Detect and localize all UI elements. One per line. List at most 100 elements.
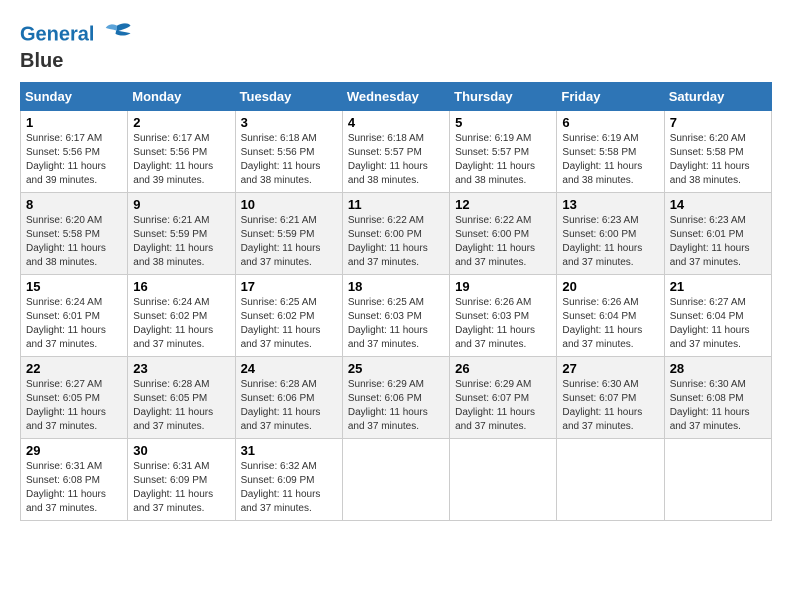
calendar-cell: 12 Sunrise: 6:22 AM Sunset: 6:00 PM Dayl… — [450, 193, 557, 275]
calendar-cell: 26 Sunrise: 6:29 AM Sunset: 6:07 PM Dayl… — [450, 357, 557, 439]
day-number: 8 — [26, 197, 122, 212]
day-info: Sunrise: 6:29 AM Sunset: 6:06 PM Dayligh… — [348, 378, 444, 434]
page-header: General Blue — [20, 20, 772, 72]
day-info: Sunrise: 6:24 AM Sunset: 6:02 PM Dayligh… — [133, 296, 229, 352]
day-number: 2 — [133, 115, 229, 130]
day-number: 22 — [26, 361, 122, 376]
day-number: 11 — [348, 197, 444, 212]
day-number: 12 — [455, 197, 551, 212]
day-info: Sunrise: 6:21 AM Sunset: 5:59 PM Dayligh… — [133, 214, 229, 270]
day-info: Sunrise: 6:17 AM Sunset: 5:56 PM Dayligh… — [133, 132, 229, 188]
calendar-week-1: 1 Sunrise: 6:17 AM Sunset: 5:56 PM Dayli… — [21, 111, 772, 193]
day-info: Sunrise: 6:30 AM Sunset: 6:07 PM Dayligh… — [562, 378, 658, 434]
day-number: 5 — [455, 115, 551, 130]
calendar-week-5: 29 Sunrise: 6:31 AM Sunset: 6:08 PM Dayl… — [21, 439, 772, 521]
day-number: 23 — [133, 361, 229, 376]
calendar-cell: 20 Sunrise: 6:26 AM Sunset: 6:04 PM Dayl… — [557, 275, 664, 357]
calendar-cell: 9 Sunrise: 6:21 AM Sunset: 5:59 PM Dayli… — [128, 193, 235, 275]
day-number: 14 — [670, 197, 766, 212]
calendar-cell — [342, 439, 449, 521]
header-thursday: Thursday — [450, 83, 557, 111]
day-number: 1 — [26, 115, 122, 130]
calendar-table: SundayMondayTuesdayWednesdayThursdayFrid… — [20, 82, 772, 521]
day-number: 7 — [670, 115, 766, 130]
day-number: 15 — [26, 279, 122, 294]
calendar-cell: 27 Sunrise: 6:30 AM Sunset: 6:07 PM Dayl… — [557, 357, 664, 439]
day-info: Sunrise: 6:18 AM Sunset: 5:56 PM Dayligh… — [241, 132, 337, 188]
calendar-cell: 6 Sunrise: 6:19 AM Sunset: 5:58 PM Dayli… — [557, 111, 664, 193]
day-number: 26 — [455, 361, 551, 376]
day-info: Sunrise: 6:26 AM Sunset: 6:03 PM Dayligh… — [455, 296, 551, 352]
day-info: Sunrise: 6:23 AM Sunset: 6:01 PM Dayligh… — [670, 214, 766, 270]
calendar-cell: 19 Sunrise: 6:26 AM Sunset: 6:03 PM Dayl… — [450, 275, 557, 357]
calendar-cell: 24 Sunrise: 6:28 AM Sunset: 6:06 PM Dayl… — [235, 357, 342, 439]
calendar-week-3: 15 Sunrise: 6:24 AM Sunset: 6:01 PM Dayl… — [21, 275, 772, 357]
calendar-cell: 8 Sunrise: 6:20 AM Sunset: 5:58 PM Dayli… — [21, 193, 128, 275]
calendar-cell — [557, 439, 664, 521]
calendar-cell: 7 Sunrise: 6:20 AM Sunset: 5:58 PM Dayli… — [664, 111, 771, 193]
day-number: 13 — [562, 197, 658, 212]
day-info: Sunrise: 6:28 AM Sunset: 6:06 PM Dayligh… — [241, 378, 337, 434]
header-saturday: Saturday — [664, 83, 771, 111]
day-number: 24 — [241, 361, 337, 376]
day-number: 30 — [133, 443, 229, 458]
day-info: Sunrise: 6:20 AM Sunset: 5:58 PM Dayligh… — [26, 214, 122, 270]
calendar-cell: 30 Sunrise: 6:31 AM Sunset: 6:09 PM Dayl… — [128, 439, 235, 521]
calendar-cell — [450, 439, 557, 521]
calendar-cell: 11 Sunrise: 6:22 AM Sunset: 6:00 PM Dayl… — [342, 193, 449, 275]
day-number: 29 — [26, 443, 122, 458]
calendar-cell — [664, 439, 771, 521]
calendar-cell: 10 Sunrise: 6:21 AM Sunset: 5:59 PM Dayl… — [235, 193, 342, 275]
day-number: 18 — [348, 279, 444, 294]
day-info: Sunrise: 6:26 AM Sunset: 6:04 PM Dayligh… — [562, 296, 658, 352]
day-number: 25 — [348, 361, 444, 376]
calendar-week-2: 8 Sunrise: 6:20 AM Sunset: 5:58 PM Dayli… — [21, 193, 772, 275]
day-number: 4 — [348, 115, 444, 130]
day-info: Sunrise: 6:27 AM Sunset: 6:05 PM Dayligh… — [26, 378, 122, 434]
day-info: Sunrise: 6:31 AM Sunset: 6:09 PM Dayligh… — [133, 460, 229, 516]
calendar-cell: 25 Sunrise: 6:29 AM Sunset: 6:06 PM Dayl… — [342, 357, 449, 439]
logo-bird-icon — [102, 20, 132, 50]
calendar-cell: 23 Sunrise: 6:28 AM Sunset: 6:05 PM Dayl… — [128, 357, 235, 439]
calendar-cell: 29 Sunrise: 6:31 AM Sunset: 6:08 PM Dayl… — [21, 439, 128, 521]
day-number: 6 — [562, 115, 658, 130]
day-number: 27 — [562, 361, 658, 376]
header-monday: Monday — [128, 83, 235, 111]
calendar-week-4: 22 Sunrise: 6:27 AM Sunset: 6:05 PM Dayl… — [21, 357, 772, 439]
day-number: 10 — [241, 197, 337, 212]
day-number: 17 — [241, 279, 337, 294]
day-info: Sunrise: 6:25 AM Sunset: 6:02 PM Dayligh… — [241, 296, 337, 352]
calendar-cell: 4 Sunrise: 6:18 AM Sunset: 5:57 PM Dayli… — [342, 111, 449, 193]
day-number: 16 — [133, 279, 229, 294]
day-info: Sunrise: 6:23 AM Sunset: 6:00 PM Dayligh… — [562, 214, 658, 270]
day-number: 20 — [562, 279, 658, 294]
calendar-cell: 14 Sunrise: 6:23 AM Sunset: 6:01 PM Dayl… — [664, 193, 771, 275]
day-info: Sunrise: 6:22 AM Sunset: 6:00 PM Dayligh… — [455, 214, 551, 270]
day-info: Sunrise: 6:32 AM Sunset: 6:09 PM Dayligh… — [241, 460, 337, 516]
day-info: Sunrise: 6:21 AM Sunset: 5:59 PM Dayligh… — [241, 214, 337, 270]
day-info: Sunrise: 6:25 AM Sunset: 6:03 PM Dayligh… — [348, 296, 444, 352]
calendar-cell: 28 Sunrise: 6:30 AM Sunset: 6:08 PM Dayl… — [664, 357, 771, 439]
calendar-cell: 5 Sunrise: 6:19 AM Sunset: 5:57 PM Dayli… — [450, 111, 557, 193]
calendar-cell: 3 Sunrise: 6:18 AM Sunset: 5:56 PM Dayli… — [235, 111, 342, 193]
day-info: Sunrise: 6:27 AM Sunset: 6:04 PM Dayligh… — [670, 296, 766, 352]
day-info: Sunrise: 6:29 AM Sunset: 6:07 PM Dayligh… — [455, 378, 551, 434]
logo-blue: Blue — [20, 50, 132, 72]
calendar-cell: 13 Sunrise: 6:23 AM Sunset: 6:00 PM Dayl… — [557, 193, 664, 275]
day-info: Sunrise: 6:30 AM Sunset: 6:08 PM Dayligh… — [670, 378, 766, 434]
day-number: 9 — [133, 197, 229, 212]
calendar-cell: 17 Sunrise: 6:25 AM Sunset: 6:02 PM Dayl… — [235, 275, 342, 357]
calendar-cell: 1 Sunrise: 6:17 AM Sunset: 5:56 PM Dayli… — [21, 111, 128, 193]
day-number: 19 — [455, 279, 551, 294]
calendar-cell: 16 Sunrise: 6:24 AM Sunset: 6:02 PM Dayl… — [128, 275, 235, 357]
day-info: Sunrise: 6:24 AM Sunset: 6:01 PM Dayligh… — [26, 296, 122, 352]
day-info: Sunrise: 6:20 AM Sunset: 5:58 PM Dayligh… — [670, 132, 766, 188]
calendar-cell: 22 Sunrise: 6:27 AM Sunset: 6:05 PM Dayl… — [21, 357, 128, 439]
calendar-header-row: SundayMondayTuesdayWednesdayThursdayFrid… — [21, 83, 772, 111]
day-info: Sunrise: 6:31 AM Sunset: 6:08 PM Dayligh… — [26, 460, 122, 516]
header-tuesday: Tuesday — [235, 83, 342, 111]
day-number: 21 — [670, 279, 766, 294]
day-info: Sunrise: 6:17 AM Sunset: 5:56 PM Dayligh… — [26, 132, 122, 188]
calendar-cell: 18 Sunrise: 6:25 AM Sunset: 6:03 PM Dayl… — [342, 275, 449, 357]
calendar-cell: 21 Sunrise: 6:27 AM Sunset: 6:04 PM Dayl… — [664, 275, 771, 357]
